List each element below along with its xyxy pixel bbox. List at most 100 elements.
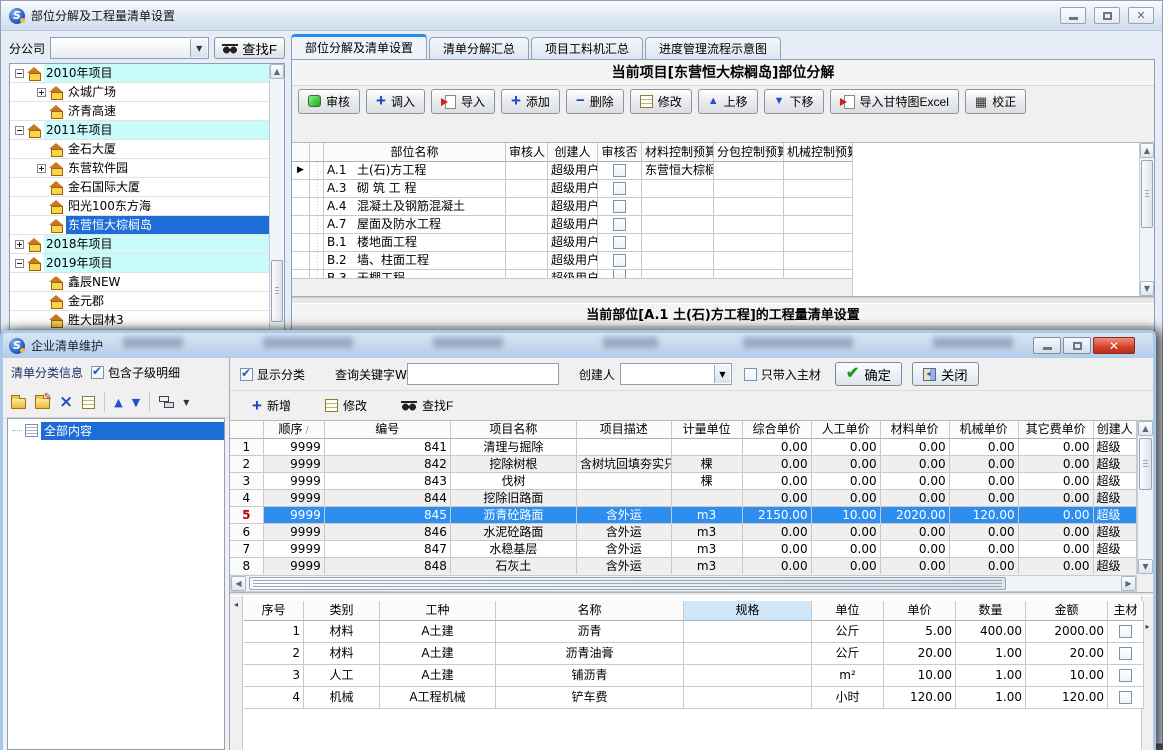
creator-combobox[interactable]: ▼ xyxy=(620,363,732,385)
chevron-down-icon[interactable]: ▼ xyxy=(183,398,189,407)
audit-checkbox[interactable] xyxy=(613,164,626,177)
column-header[interactable]: 部位名称 xyxy=(324,143,506,162)
only-main-checkbox[interactable]: 只带入主材 xyxy=(744,366,821,383)
tab-progress-flow[interactable]: 进度管理流程示意图 xyxy=(645,37,781,59)
column-header[interactable]: 顺序∕ xyxy=(264,421,325,439)
tree-item[interactable]: 金石大厦 xyxy=(10,140,269,159)
column-header[interactable]: 单位 xyxy=(812,601,884,621)
tree-item[interactable]: 鑫辰NEW xyxy=(10,273,269,292)
expander-icon[interactable] xyxy=(15,69,24,78)
混凝土及钢筋混凝土[interactable]: A.4混凝土及钢筋混凝土 超级用户 xyxy=(292,198,852,216)
column-header[interactable]: 其它费单价 xyxy=(1019,421,1094,439)
column-header[interactable]: 分包控制预算 xyxy=(714,143,784,162)
column-header[interactable]: 材料控制预算 xyxy=(642,143,714,162)
column-header[interactable]: 工种 xyxy=(380,601,496,621)
tree-item[interactable]: 东营恒大棕榈岛 xyxy=(10,216,269,235)
column-header[interactable]: 单价 xyxy=(884,601,956,621)
tree-item[interactable]: 金石国际大厦 xyxy=(10,178,269,197)
挖除树根[interactable]: 2 9999 842 挖除树根 含树坑回填夯实只 棵 0.00 0.00 0.0… xyxy=(230,456,1137,473)
天棚工程[interactable]: B.3天棚工程 超级用户 xyxy=(292,270,852,279)
scroll-down-icon[interactable]: ▼ xyxy=(1138,559,1153,574)
close-button[interactable]: ✕ xyxy=(1128,7,1154,24)
main-material-checkbox[interactable] xyxy=(1119,669,1132,682)
伐树[interactable]: 3 9999 843 伐树 棵 0.00 0.00 0.00 0.00 0.00… xyxy=(230,473,1137,490)
chevron-down-icon[interactable]: ▼ xyxy=(190,39,207,57)
column-header[interactable]: 类别 xyxy=(304,601,380,621)
scroll-down-icon[interactable]: ▼ xyxy=(1140,281,1154,296)
scroll-up-icon[interactable]: ▲ xyxy=(270,64,284,79)
modify-item-button[interactable]: 修改 xyxy=(319,394,373,418)
pull-in-button[interactable]: 调入 xyxy=(366,89,425,114)
挖除旧路面[interactable]: 4 9999 844 挖除旧路面 0.00 0.00 0.00 0.00 0.0… xyxy=(230,490,1137,507)
audit-checkbox[interactable] xyxy=(613,270,626,279)
move-down-button[interactable]: 下移 xyxy=(764,89,824,114)
modify-button[interactable]: 修改 xyxy=(630,89,692,114)
tree-item[interactable]: 阳光100东方海 xyxy=(10,197,269,216)
scrollbar-thumb[interactable] xyxy=(249,577,1006,590)
include-sub-checkbox[interactable]: 包含子级明细 xyxy=(91,364,180,381)
column-header[interactable]: 材料单价 xyxy=(881,421,950,439)
屋面及防水工程[interactable]: A.7屋面及防水工程 超级用户 xyxy=(292,216,852,234)
column-header[interactable]: 综合单价 xyxy=(743,421,812,439)
correct-button[interactable]: 校正 xyxy=(965,89,1026,114)
铲车费[interactable]: 4 机械 A工程机械 铲车费 小时 120.00 1.00 120.00 xyxy=(244,687,1144,709)
checkbox-icon[interactable] xyxy=(744,368,757,381)
column-header[interactable]: 人工单价 xyxy=(812,421,881,439)
main-material-checkbox[interactable] xyxy=(1119,625,1132,638)
audit-checkbox[interactable] xyxy=(613,200,626,213)
expander-icon[interactable] xyxy=(15,126,24,135)
column-header[interactable]: 机械单价 xyxy=(950,421,1019,439)
沥青油膏[interactable]: 2 材料 A土建 沥青油膏 公斤 20.00 1.00 20.00 xyxy=(244,643,1144,665)
tree-item[interactable]: 2011年项目 xyxy=(10,121,269,140)
close-dialog-button[interactable]: 关闭 xyxy=(912,362,979,386)
audit-checkbox[interactable] xyxy=(613,236,626,249)
column-header[interactable]: 审核人 xyxy=(506,143,548,162)
new-item-button[interactable]: 新增 xyxy=(246,394,297,418)
scroll-right-icon[interactable]: ▶ xyxy=(1121,576,1136,591)
dialog-titlebar[interactable]: 企业清单维护 ✕ xyxy=(3,333,1153,358)
dialog-minimize-button[interactable] xyxy=(1033,337,1061,354)
scrollbar-thumb[interactable] xyxy=(1139,438,1152,490)
audit-checkbox[interactable] xyxy=(613,218,626,231)
column-header[interactable]: 序号 xyxy=(244,601,304,621)
column-header[interactable]: 创建人 xyxy=(1094,421,1137,439)
column-header[interactable]: 项目描述 xyxy=(577,421,672,439)
expander-icon[interactable] xyxy=(15,240,24,249)
scroll-up-icon[interactable]: ▲ xyxy=(1138,421,1153,436)
tree-item[interactable]: 胜大园林3 xyxy=(10,311,269,330)
move-down-icon[interactable] xyxy=(132,396,140,409)
part-table-scrollbar[interactable]: ▲ ▼ xyxy=(1139,143,1154,296)
column-header[interactable]: 项目名称 xyxy=(451,421,577,439)
find-button[interactable]: 查找F xyxy=(214,37,285,59)
tree-item[interactable]: 济青高速 xyxy=(10,102,269,121)
find-item-button[interactable]: 查找F xyxy=(395,394,459,418)
main-material-checkbox[interactable] xyxy=(1119,691,1132,704)
list-table-hscrollbar[interactable]: ◀ ▶ xyxy=(230,575,1137,592)
delete-button[interactable]: 删除 xyxy=(566,89,624,114)
move-up-button[interactable]: 上移 xyxy=(698,89,758,114)
tree-item[interactable]: 2018年项目 xyxy=(10,235,269,254)
column-header[interactable]: 数量 xyxy=(956,601,1026,621)
edit-folder-icon[interactable] xyxy=(35,398,50,409)
column-header[interactable]: 规格 xyxy=(684,601,812,621)
main-titlebar[interactable]: 部位分解及工程量清单设置 ✕ xyxy=(1,1,1162,31)
expander-icon[interactable] xyxy=(37,88,46,97)
石灰土[interactable]: 8 9999 848 石灰土 含外运 m3 0.00 0.00 0.00 0.0… xyxy=(230,558,1137,574)
new-folder-icon[interactable] xyxy=(11,398,26,409)
column-header[interactable]: 主材 xyxy=(1108,601,1144,621)
tree-item-all-content[interactable]: 全部内容 xyxy=(8,421,224,440)
沥青砼路面[interactable]: 5 9999 845 沥青砼路面 含外运 m3 2150.00 10.00 20… xyxy=(230,507,1137,524)
audit-checkbox[interactable] xyxy=(613,254,626,267)
notepad-icon[interactable] xyxy=(82,396,95,409)
delete-icon[interactable] xyxy=(59,396,73,408)
show-category-checkbox[interactable]: 显示分类 xyxy=(240,366,305,383)
main-material-checkbox[interactable] xyxy=(1119,647,1132,660)
keyword-input[interactable] xyxy=(407,363,559,385)
checkbox-icon[interactable] xyxy=(91,366,104,379)
dialog-close-button[interactable]: ✕ xyxy=(1093,337,1135,354)
dialog-maximize-button[interactable] xyxy=(1063,337,1091,354)
清理与掘除[interactable]: 1 9999 841 清理与掘除 0.00 0.00 0.00 0.00 0.0… xyxy=(230,439,1137,456)
铺沥青[interactable]: 3 人工 A土建 铺沥青 m² 10.00 1.00 10.00 xyxy=(244,665,1144,687)
tree-item[interactable]: 2019年项目 xyxy=(10,254,269,273)
collapse-left-handle[interactable]: ◂ xyxy=(230,596,243,750)
